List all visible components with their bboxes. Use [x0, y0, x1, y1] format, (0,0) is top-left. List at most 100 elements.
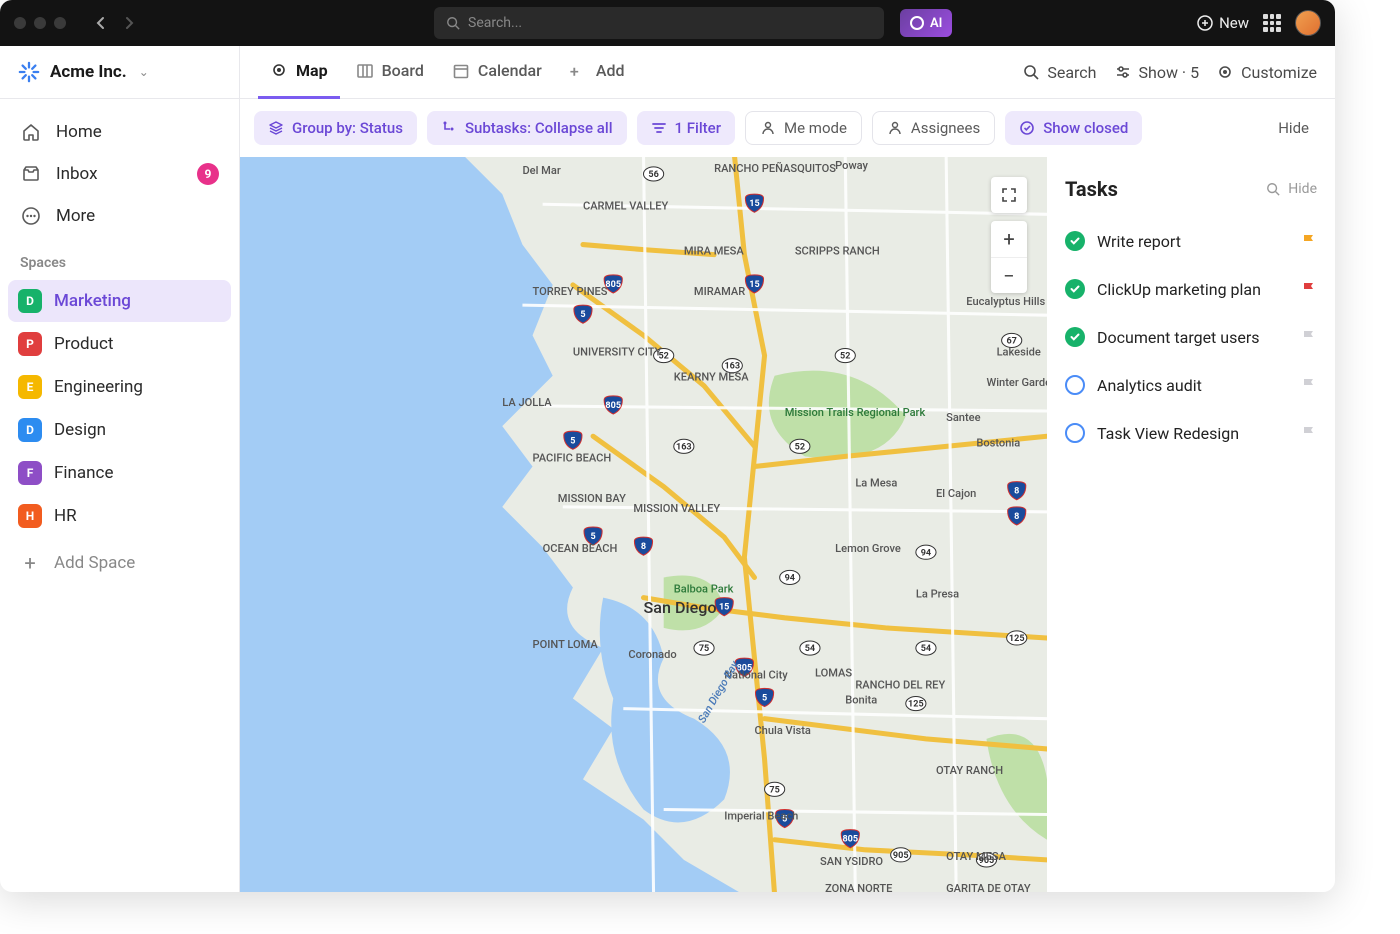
- new-button[interactable]: New: [1197, 14, 1249, 32]
- svg-text:Eucalyptus Hills: Eucalyptus Hills: [966, 295, 1045, 308]
- space-badge-icon: E: [18, 375, 42, 399]
- svg-text:163: 163: [676, 442, 692, 452]
- nav-inbox[interactable]: Inbox 9: [10, 153, 229, 195]
- sidebar-space-finance[interactable]: FFinance: [8, 452, 231, 494]
- chip-group-by[interactable]: Group by: Status: [254, 111, 417, 145]
- svg-text:Lakeside: Lakeside: [997, 346, 1041, 359]
- svg-text:805: 805: [605, 280, 621, 290]
- task-row[interactable]: Document target users: [1065, 313, 1317, 361]
- apps-grid-icon[interactable]: [1263, 14, 1281, 32]
- nav-more[interactable]: More: [10, 195, 229, 237]
- gear-icon: [1217, 64, 1233, 80]
- nav-home[interactable]: Home: [10, 111, 229, 153]
- flag-icon[interactable]: [1301, 281, 1317, 297]
- close-dot[interactable]: [14, 17, 26, 29]
- svg-text:54: 54: [805, 644, 815, 654]
- tasks-title: Tasks: [1065, 177, 1118, 201]
- map-zoom-out[interactable]: −: [991, 257, 1027, 293]
- task-row[interactable]: ClickUp marketing plan: [1065, 265, 1317, 313]
- view-search[interactable]: Search: [1023, 63, 1096, 82]
- svg-text:52: 52: [840, 352, 850, 362]
- task-row[interactable]: Write report: [1065, 217, 1317, 265]
- chip-assignees[interactable]: Assignees: [872, 111, 995, 145]
- svg-text:ZONA NORTE: ZONA NORTE: [825, 882, 892, 892]
- workspace-switcher[interactable]: Acme Inc. ⌄: [0, 46, 239, 99]
- svg-text:PACIFIC BEACH: PACIFIC BEACH: [533, 451, 612, 464]
- search-icon: [1023, 64, 1039, 80]
- tasks-hide-button[interactable]: Hide: [1266, 181, 1317, 197]
- sidebar-space-marketing[interactable]: DMarketing: [8, 280, 231, 322]
- sidebar-space-product[interactable]: PProduct: [8, 323, 231, 365]
- status-open-icon[interactable]: [1065, 423, 1085, 443]
- main-panel: Map Board Calendar + Add Searc: [240, 46, 1335, 892]
- tab-add-view[interactable]: + Add: [558, 46, 637, 99]
- maximize-dot[interactable]: [54, 17, 66, 29]
- chip-subtasks[interactable]: Subtasks: Collapse all: [427, 111, 627, 145]
- chip-me-mode[interactable]: Me mode: [745, 111, 862, 145]
- space-badge-icon: H: [18, 504, 42, 528]
- workspace-name: Acme Inc.: [50, 62, 127, 82]
- user-avatar[interactable]: [1295, 10, 1321, 36]
- svg-text:SCRIPPS RANCH: SCRIPPS RANCH: [795, 245, 880, 258]
- task-row[interactable]: Task View Redesign: [1065, 409, 1317, 457]
- task-row[interactable]: Analytics audit: [1065, 361, 1317, 409]
- sidebar-space-hr[interactable]: HHR: [8, 495, 231, 537]
- space-badge-icon: D: [18, 418, 42, 442]
- task-name: Task View Redesign: [1097, 424, 1289, 443]
- svg-text:MIRAMAR: MIRAMAR: [694, 285, 745, 298]
- ai-icon: [910, 16, 924, 30]
- tab-board[interactable]: Board: [344, 46, 436, 99]
- space-badge-icon: F: [18, 461, 42, 485]
- svg-text:15: 15: [719, 603, 729, 613]
- svg-text:75: 75: [699, 644, 709, 654]
- home-icon: [20, 121, 42, 143]
- view-customize[interactable]: Customize: [1217, 63, 1317, 82]
- ai-button[interactable]: AI: [900, 9, 952, 37]
- svg-text:54: 54: [921, 644, 931, 654]
- person-icon: [887, 120, 903, 136]
- svg-text:5: 5: [570, 436, 575, 446]
- status-done-icon[interactable]: [1065, 279, 1085, 299]
- flag-icon[interactable]: [1301, 329, 1317, 345]
- sidebar: Acme Inc. ⌄ Home Inbox 9 More Spaces: [0, 46, 240, 892]
- sidebar-space-design[interactable]: DDesign: [8, 409, 231, 451]
- svg-text:LOMAS: LOMAS: [815, 666, 852, 679]
- svg-text:5: 5: [590, 532, 595, 542]
- svg-text:805: 805: [605, 401, 621, 411]
- status-open-icon[interactable]: [1065, 375, 1085, 395]
- svg-text:805: 805: [842, 835, 858, 845]
- tab-map[interactable]: Map: [258, 46, 340, 99]
- inbox-badge: 9: [197, 163, 219, 185]
- map-canvas[interactable]: 5615805515521635267805516352885949487515…: [240, 157, 1047, 892]
- sidebar-space-engineering[interactable]: EEngineering: [8, 366, 231, 408]
- status-done-icon[interactable]: [1065, 231, 1085, 251]
- svg-text:94: 94: [921, 548, 931, 558]
- calendar-icon: [452, 62, 470, 80]
- map-zoom-in[interactable]: +: [991, 221, 1027, 257]
- svg-text:15: 15: [749, 199, 759, 209]
- chip-show-closed[interactable]: Show closed: [1005, 111, 1142, 145]
- flag-icon[interactable]: [1301, 425, 1317, 441]
- global-search[interactable]: Search...: [434, 7, 884, 39]
- view-show[interactable]: Show · 5: [1115, 63, 1200, 82]
- svg-text:OTAY RANCH: OTAY RANCH: [936, 764, 1003, 777]
- subtask-icon: [441, 120, 457, 136]
- svg-text:OTAY MESA: OTAY MESA: [946, 850, 1007, 863]
- nav-forward[interactable]: [116, 9, 144, 37]
- svg-text:CARMEL VALLEY: CARMEL VALLEY: [583, 199, 669, 212]
- space-badge-icon: P: [18, 332, 42, 356]
- inbox-icon: [20, 163, 42, 185]
- flag-icon[interactable]: [1301, 233, 1317, 249]
- layers-icon: [268, 120, 284, 136]
- chip-filter[interactable]: 1 Filter: [637, 111, 736, 145]
- status-done-icon[interactable]: [1065, 327, 1085, 347]
- map-fullscreen[interactable]: [991, 177, 1027, 213]
- flag-icon[interactable]: [1301, 377, 1317, 393]
- svg-text:8: 8: [1014, 512, 1019, 522]
- nav-back[interactable]: [86, 9, 114, 37]
- tab-calendar[interactable]: Calendar: [440, 46, 554, 99]
- chevron-down-icon: ⌄: [139, 65, 149, 79]
- minimize-dot[interactable]: [34, 17, 46, 29]
- hide-filters-button[interactable]: Hide: [1266, 119, 1321, 137]
- add-space-button[interactable]: + Add Space: [8, 542, 231, 584]
